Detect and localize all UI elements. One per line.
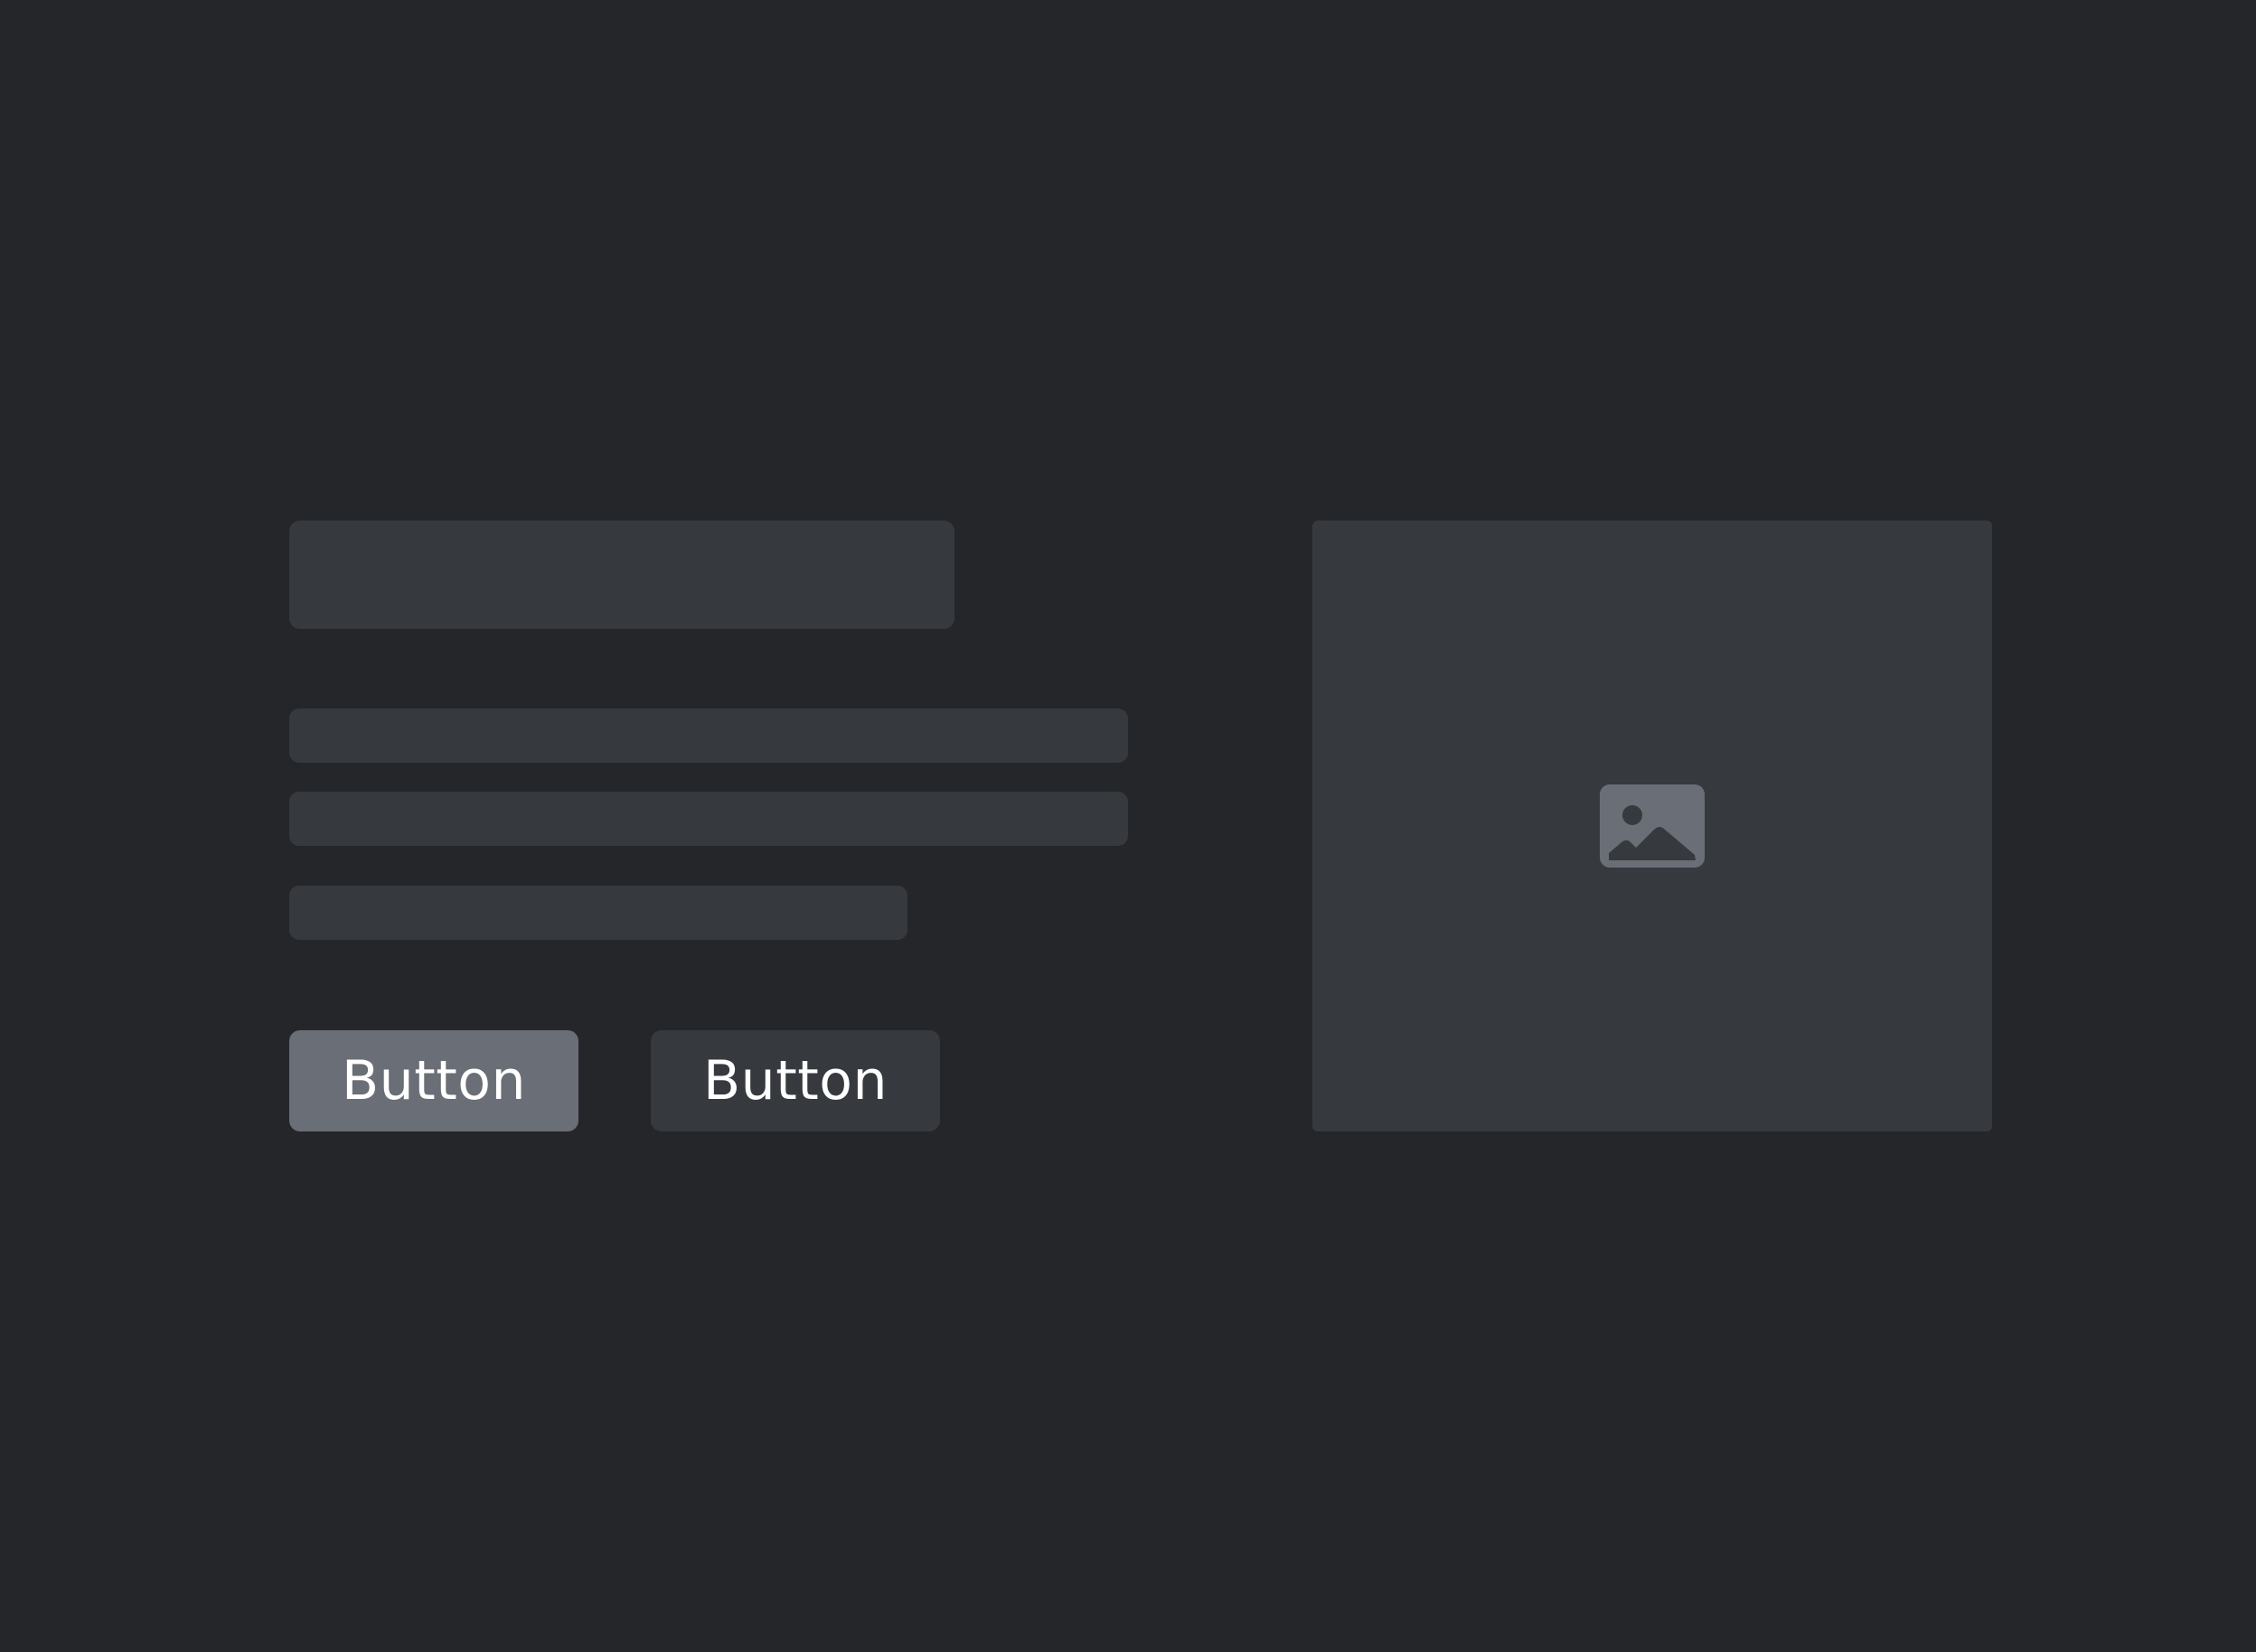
text-line-placeholder — [289, 709, 1128, 763]
secondary-button-label: Button — [703, 1049, 888, 1112]
image-icon — [1600, 784, 1705, 868]
heading-placeholder — [289, 521, 954, 629]
image-placeholder — [1312, 521, 1992, 1131]
canvas: { "colors": { "background": "#25262a", "… — [0, 0, 2256, 1652]
text-line-placeholder — [289, 792, 1128, 846]
primary-button-label: Button — [342, 1049, 526, 1112]
secondary-button[interactable]: Button — [651, 1030, 940, 1131]
primary-button[interactable]: Button — [289, 1030, 578, 1131]
text-line-placeholder — [289, 886, 907, 940]
